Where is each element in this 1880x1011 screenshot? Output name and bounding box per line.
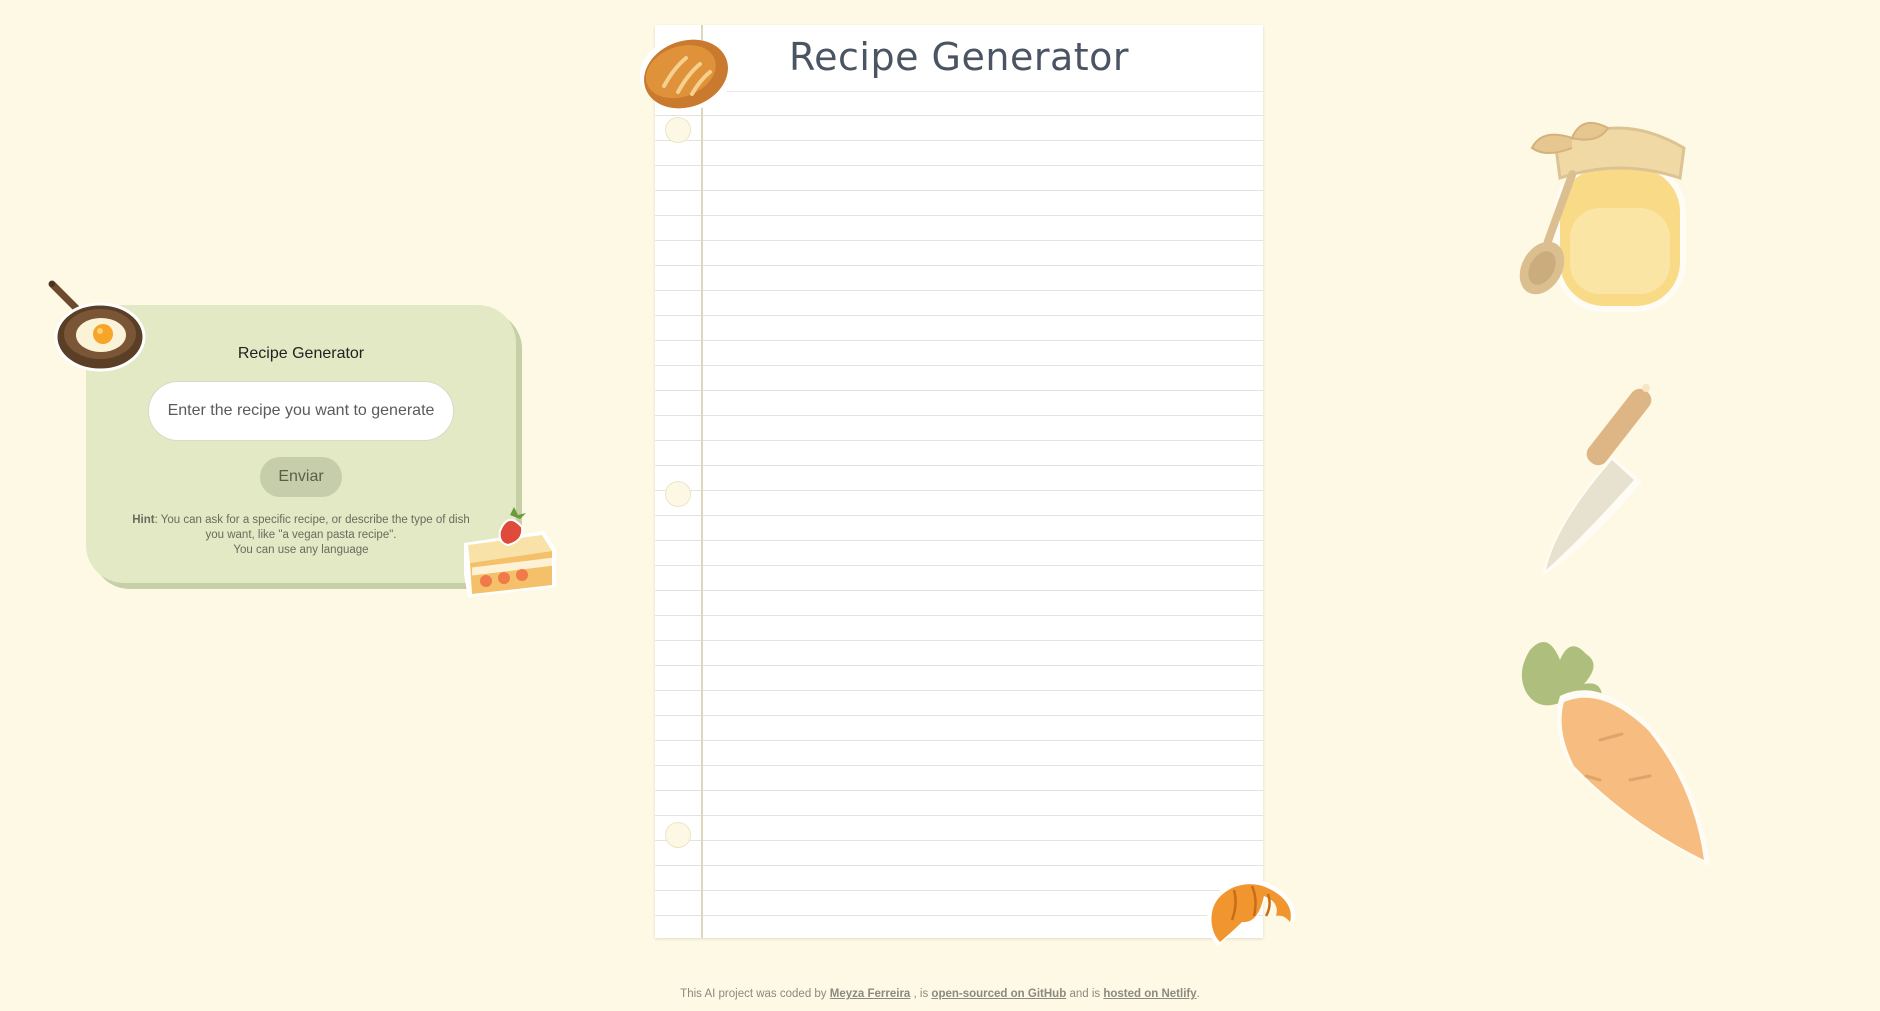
footer-mid-2: and is bbox=[1069, 988, 1101, 1000]
knife-icon bbox=[1542, 384, 1652, 576]
paper-margin-line bbox=[701, 25, 703, 938]
carrot-icon bbox=[1521, 642, 1710, 866]
hint-line-3: You can use any language bbox=[233, 544, 369, 556]
recipe-form-card: Recipe Generator Enviar Hint: You can as… bbox=[86, 305, 516, 583]
croissant-icon bbox=[1206, 879, 1296, 946]
footer-mid-1: , is bbox=[913, 988, 929, 1000]
honey-jar-icon bbox=[1519, 121, 1686, 312]
paper-hole bbox=[665, 117, 691, 143]
submit-button[interactable]: Enviar bbox=[260, 457, 342, 497]
hint-text: Hint: You can ask for a specific recipe,… bbox=[126, 513, 476, 558]
frying-pan-icon bbox=[48, 280, 146, 372]
paper-header: Recipe Generator bbox=[655, 25, 1263, 92]
footer-prefix: This AI project was coded by bbox=[680, 988, 827, 1000]
paper-title: Recipe Generator bbox=[788, 35, 1130, 79]
form-title: Recipe Generator bbox=[237, 345, 365, 362]
footer: This AI project was coded by Meyza Ferre… bbox=[0, 988, 1880, 1000]
hint-line-2: you want, like "a vegan pasta recipe". bbox=[205, 529, 397, 541]
recipe-output-paper: Recipe Generator bbox=[655, 25, 1263, 938]
author-link[interactable]: Meyza Ferreira bbox=[830, 988, 911, 1000]
footer-suffix: . bbox=[1196, 988, 1200, 1000]
recipe-input[interactable] bbox=[148, 381, 454, 441]
netlify-link[interactable]: hosted on Netlify bbox=[1103, 988, 1196, 1000]
hint-label: Hint bbox=[132, 514, 155, 526]
github-link[interactable]: open-sourced on GitHub bbox=[931, 988, 1066, 1000]
hint-line-1: : You can ask for a specific recipe, or … bbox=[154, 514, 470, 526]
bread-icon bbox=[640, 38, 732, 110]
cake-slice-icon bbox=[464, 507, 556, 597]
paper-hole bbox=[665, 481, 691, 507]
paper-hole bbox=[665, 822, 691, 848]
